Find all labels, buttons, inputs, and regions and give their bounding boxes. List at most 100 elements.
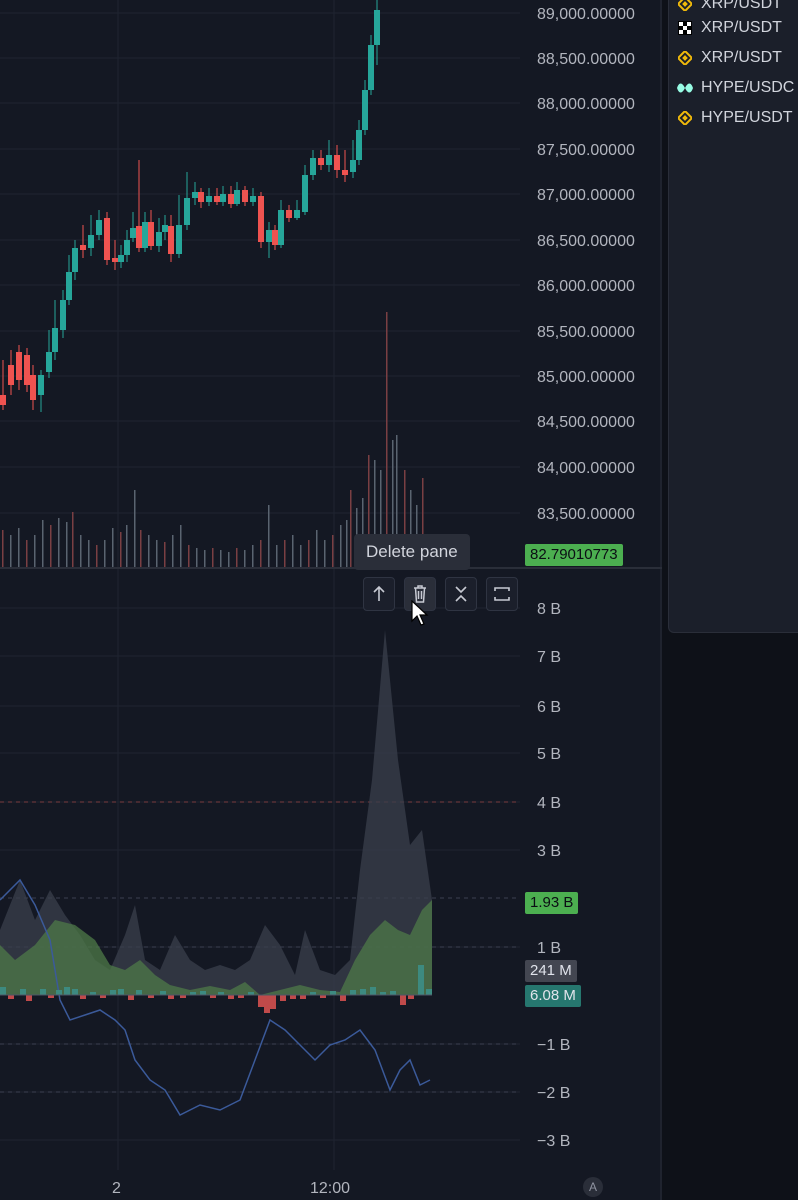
histogram-bar <box>118 989 124 995</box>
price-axis-label: 89,000.00000 <box>537 6 635 23</box>
volume-bar <box>140 530 142 568</box>
histogram-bar <box>72 989 78 995</box>
candle-body <box>228 194 234 204</box>
volume-bar <box>292 535 294 568</box>
indicator-value-badge-teal: 6.08 M <box>525 985 581 1007</box>
candle-body <box>342 170 348 175</box>
candle-body <box>46 352 52 372</box>
histogram-bar <box>418 965 424 995</box>
candle-body <box>130 228 136 238</box>
candle-body <box>302 175 308 212</box>
candle-body <box>118 255 124 262</box>
time-label-2: 2 <box>112 1180 121 1197</box>
histogram-bar <box>290 995 296 999</box>
candle-body <box>148 222 154 246</box>
indicator-axis-label: 5 B <box>537 746 561 763</box>
volume-bar <box>196 548 198 568</box>
histogram-bar <box>80 995 86 999</box>
candle-body <box>258 196 264 242</box>
volume-bar <box>324 540 326 568</box>
price-axis-label: 86,000.00000 <box>537 278 635 295</box>
histogram-bar <box>350 990 356 995</box>
candle-body <box>374 10 380 45</box>
chart-area[interactable]: 89,000.00000 88,500.00000 88,000.00000 87,5… <box>0 0 662 1200</box>
candle-body <box>168 226 174 254</box>
candle-body <box>38 375 44 395</box>
volume-bar <box>58 518 60 568</box>
volume-bar <box>212 548 214 568</box>
volume-bar <box>26 540 28 568</box>
histogram-bar <box>20 989 26 995</box>
candle-body <box>214 196 220 202</box>
indicator-axis-label: 4 B <box>537 795 561 812</box>
histogram-bar <box>40 989 46 995</box>
watchlist-symbol: XRP/USDT <box>701 19 782 36</box>
indicator-axis-label: 7 B <box>537 649 561 666</box>
volume-bar <box>268 505 270 568</box>
binance-icon <box>677 110 693 126</box>
histogram-bar <box>64 987 70 995</box>
volume-bar <box>42 520 44 568</box>
volume-bar <box>148 535 150 568</box>
candle-body <box>184 198 190 225</box>
volume-bar <box>308 540 310 568</box>
watchlist-item[interactable]: XRP/USDT <box>677 46 782 70</box>
candle-body <box>60 300 66 330</box>
histogram-bar <box>56 990 62 995</box>
price-axis-label: 85,500.00000 <box>537 324 635 341</box>
histogram-bar <box>200 991 206 995</box>
volume-bar <box>386 312 388 568</box>
price-axis-label: 86,500.00000 <box>537 233 635 250</box>
watchlist-item[interactable]: XRP/USDT <box>677 16 782 40</box>
watchlist-item[interactable]: HYPE/USDT <box>677 106 793 130</box>
chart-canvas[interactable]: 89,000.00000 88,500.00000 88,000.00000 87,5… <box>0 0 662 1200</box>
maximize-pane-button[interactable] <box>486 577 518 611</box>
volume-bar <box>120 532 122 568</box>
candle-body <box>156 232 162 246</box>
candle-body <box>88 235 94 248</box>
indicator-axis-label: 8 B <box>537 601 561 618</box>
histogram-bar <box>408 995 414 999</box>
histogram-bar <box>270 995 276 1009</box>
histogram-bar <box>330 991 336 995</box>
volume-bar <box>276 545 278 568</box>
candle-body <box>8 365 14 385</box>
watchlist-item[interactable]: XRP/USDT <box>677 0 782 16</box>
volume-bar <box>134 490 136 568</box>
candle-body <box>96 220 102 235</box>
volume-bars <box>2 312 424 568</box>
price-axis-label: 85,000.00000 <box>537 369 635 386</box>
volume-bar <box>316 530 318 568</box>
collapse-pane-button[interactable] <box>445 577 477 611</box>
watchlist-item[interactable]: HYPE/USDC <box>677 76 794 100</box>
maximize-icon <box>494 587 510 601</box>
auto-scale-button[interactable]: A <box>583 1177 603 1197</box>
candle-body <box>334 155 340 170</box>
trading-chart-app: 89,000.00000 88,500.00000 88,000.00000 87,5… <box>0 0 798 1200</box>
price-axis-label: 88,500.00000 <box>537 51 635 68</box>
watchlist-symbol: XRP/USDT <box>701 49 782 66</box>
indicator-plot <box>0 630 432 1116</box>
watchlist-symbol: HYPE/USDC <box>701 79 795 96</box>
move-pane-up-button[interactable] <box>363 577 395 611</box>
histogram-bar <box>360 989 366 995</box>
candle-body <box>192 192 198 198</box>
histogram-bar <box>8 995 14 999</box>
volume-bar <box>104 540 106 568</box>
candle-body <box>266 230 272 242</box>
candle-body <box>16 352 22 380</box>
volume-bar <box>340 525 342 568</box>
candle-body <box>356 130 362 160</box>
candle-body <box>136 226 142 248</box>
histogram-bar <box>370 987 376 995</box>
candle-body <box>72 248 78 272</box>
histogram-bar <box>136 990 142 995</box>
candle-body <box>104 218 110 260</box>
binance-icon <box>677 0 693 12</box>
volume-bar <box>80 535 82 568</box>
volume-bar <box>300 545 302 568</box>
indicator-axis-label: 1 B <box>537 940 561 957</box>
candle-body <box>206 196 212 202</box>
volume-bar <box>172 535 174 568</box>
histogram-bar <box>390 991 396 995</box>
